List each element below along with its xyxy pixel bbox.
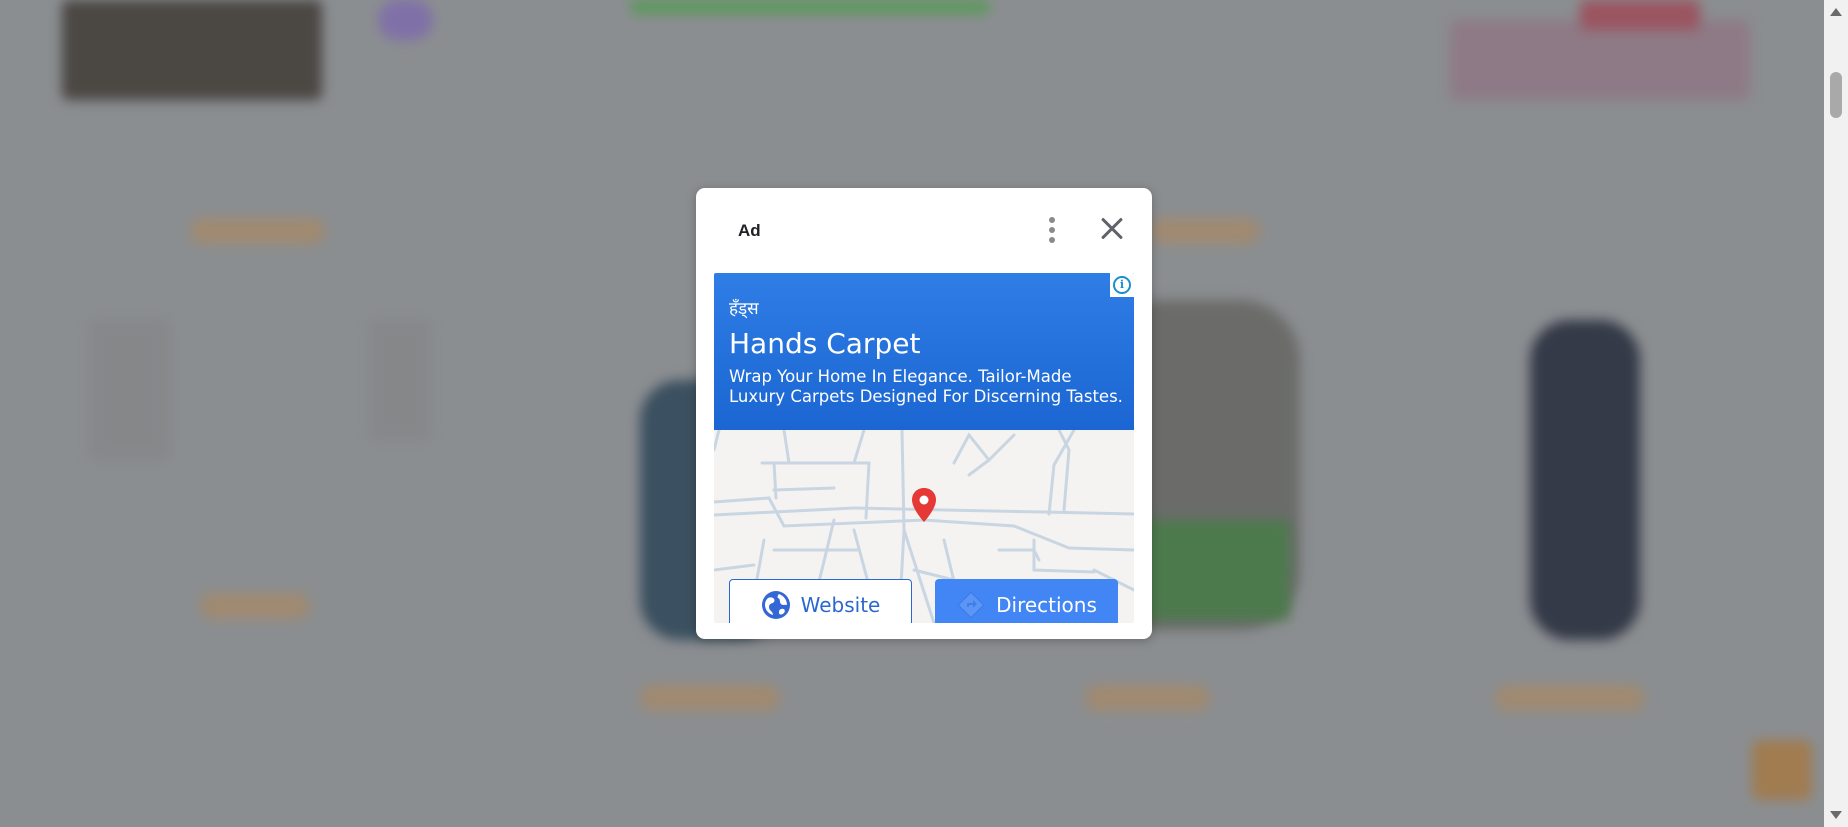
background-floating-button: [1752, 740, 1812, 800]
more-vert-icon[interactable]: [1042, 214, 1062, 248]
background-tag: [1085, 685, 1210, 711]
background-text: [90, 320, 170, 460]
directions-button-label: Directions: [996, 593, 1097, 617]
background-badge: [378, 0, 433, 40]
ad-header-panel[interactable]: i हँड्स Hands Carpet Wrap Your Home In E…: [714, 273, 1134, 430]
background-image: [1450, 20, 1750, 100]
ad-brand-local-name: हँड्स: [729, 299, 759, 318]
adchoices-icon[interactable]: i: [1110, 273, 1134, 297]
scroll-down-arrow-icon[interactable]: [1830, 811, 1842, 819]
background-image: [62, 0, 322, 100]
ad-label: Ad: [738, 221, 761, 240]
directions-icon: [957, 591, 985, 619]
website-button[interactable]: Website: [729, 579, 912, 623]
website-button-label: Website: [800, 593, 881, 617]
scroll-thumb[interactable]: [1830, 72, 1842, 118]
ad-headline[interactable]: Hands Carpet: [729, 327, 920, 360]
background-tag: [190, 218, 325, 244]
background-image: [1140, 520, 1290, 620]
directions-button[interactable]: Directions: [935, 579, 1118, 623]
map-pin-icon: [912, 488, 936, 522]
ad-modal: Ad i हँड्स Hands Carpet Wrap Your Home I…: [696, 188, 1152, 639]
scroll-up-arrow-icon[interactable]: [1830, 8, 1842, 16]
ad-creative[interactable]: i हँड्स Hands Carpet Wrap Your Home In E…: [714, 273, 1134, 623]
ad-map[interactable]: Website Directions: [714, 428, 1134, 623]
background-image: [1530, 320, 1640, 640]
background-image: [1580, 0, 1700, 30]
background-tag: [200, 593, 310, 619]
globe-icon: [761, 591, 790, 619]
background-tag: [640, 685, 780, 711]
page-scrollbar[interactable]: [1824, 0, 1848, 827]
close-icon[interactable]: [1096, 212, 1128, 244]
background-text: [370, 320, 430, 440]
ad-description: Wrap Your Home In Elegance. Tailor-Made …: [729, 367, 1123, 406]
background-tag: [1150, 218, 1260, 244]
background-banner: [630, 0, 990, 14]
background-tag: [1495, 685, 1645, 711]
